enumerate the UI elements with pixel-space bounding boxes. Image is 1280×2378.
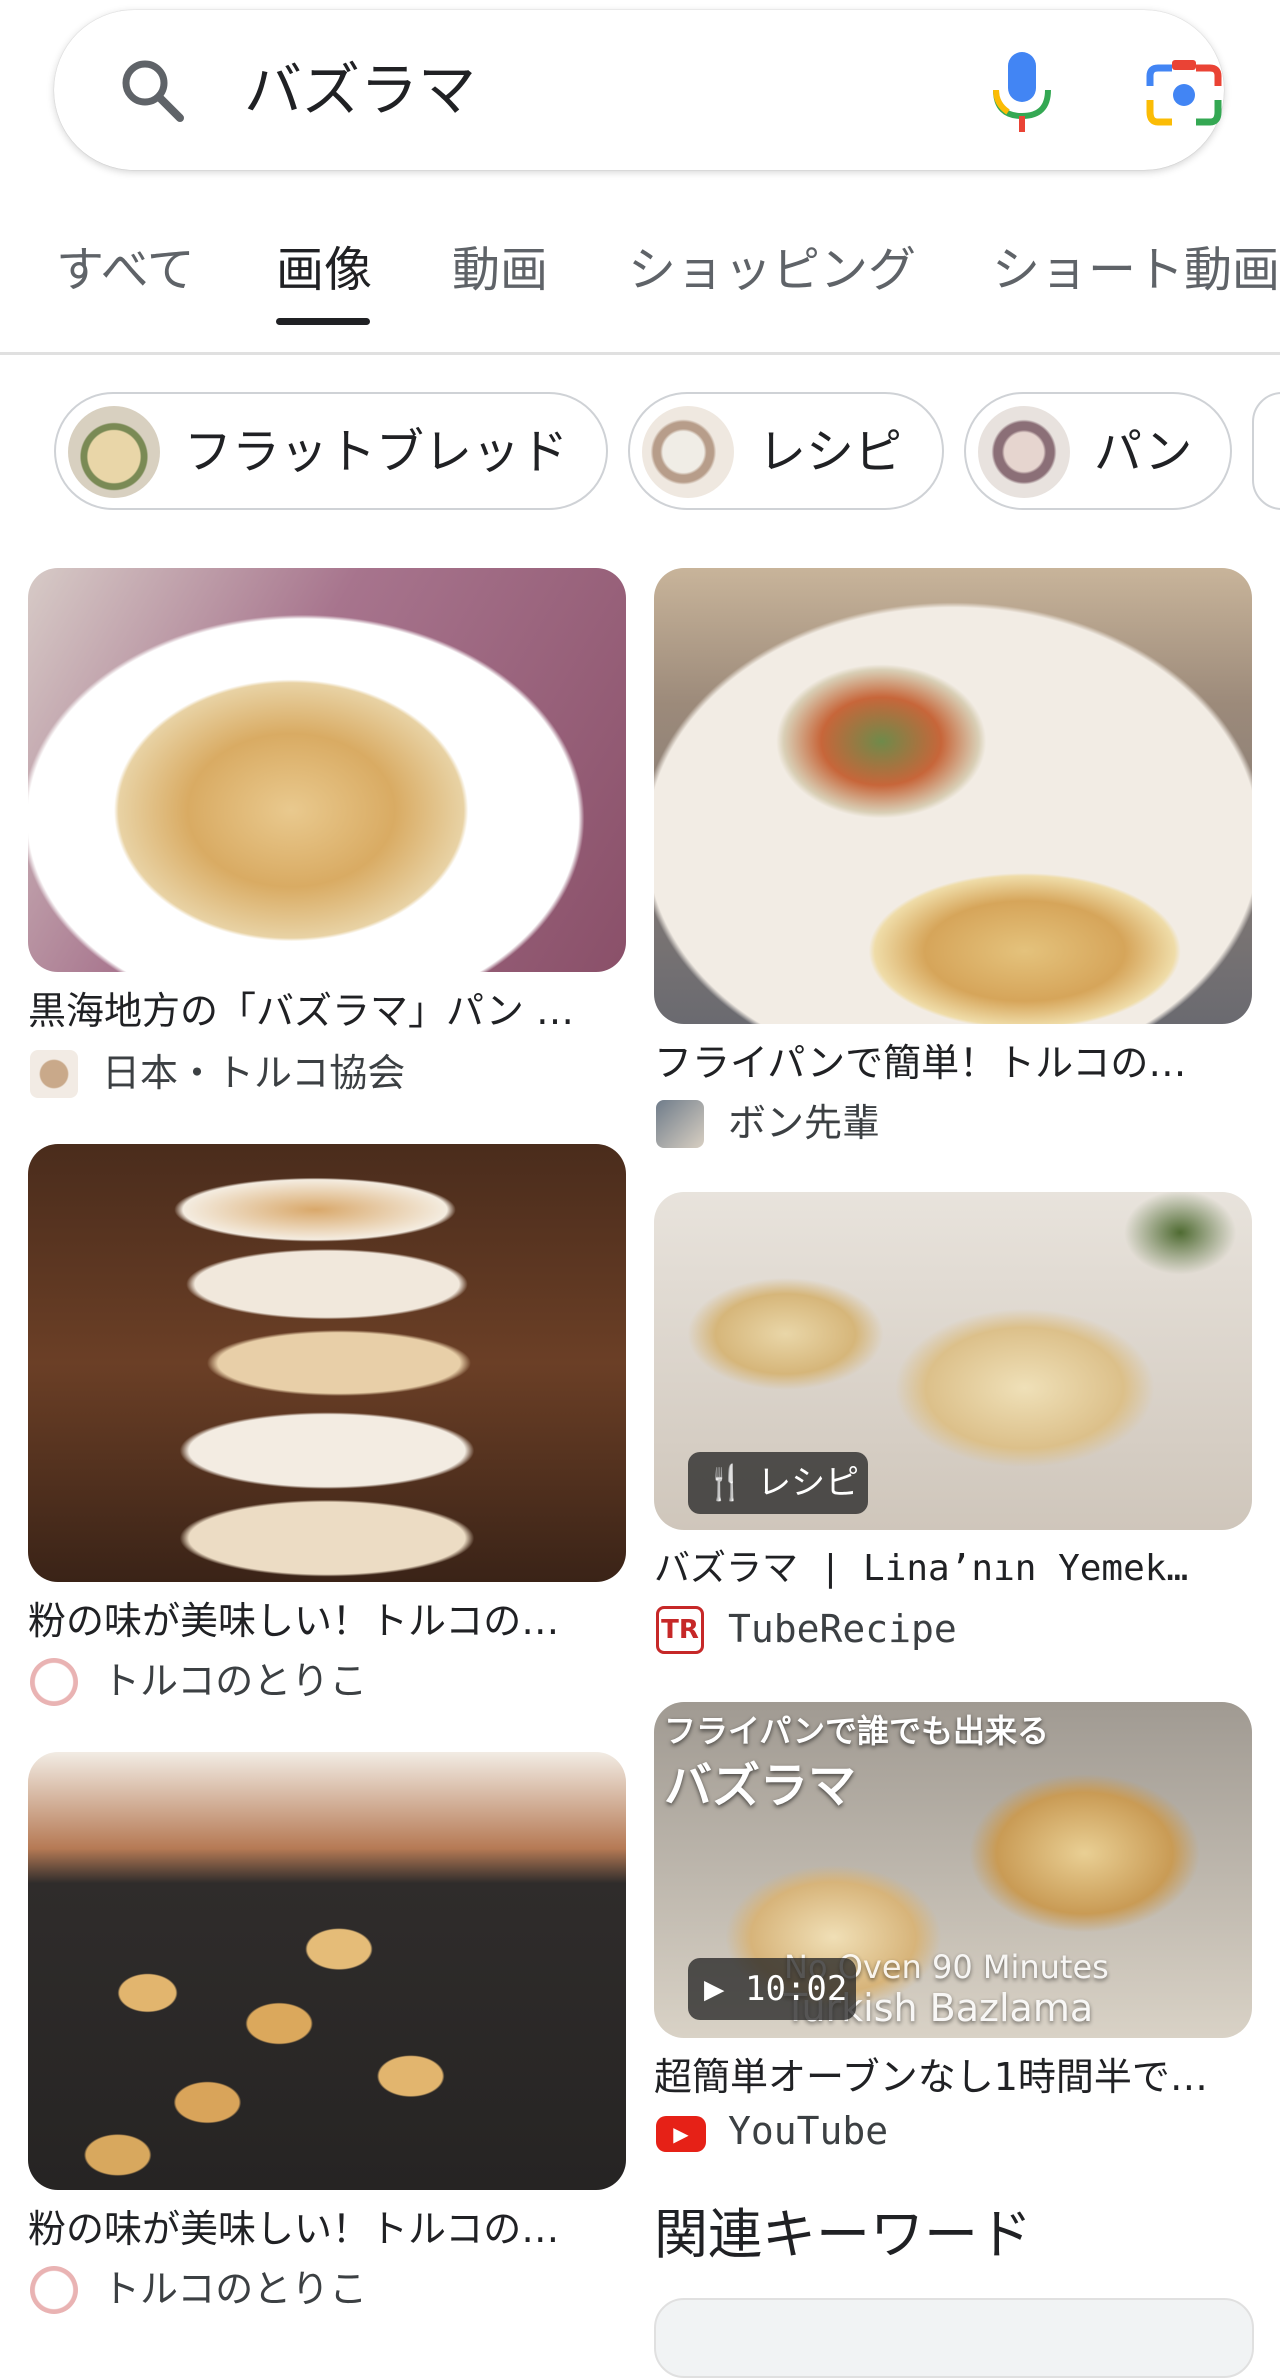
tabs-divider xyxy=(0,352,1280,355)
chip-label: パン xyxy=(1094,424,1193,480)
result-image[interactable] xyxy=(654,568,1252,1024)
result-source: YouTube xyxy=(728,2109,889,2153)
search-input[interactable]: バズラマ xyxy=(244,46,476,134)
site-favicon xyxy=(30,2266,78,2314)
tab-all[interactable]: すべて xyxy=(56,240,195,300)
result-source: トルコのとりこ xyxy=(102,1659,368,1703)
active-tab-indicator xyxy=(276,318,370,325)
lens-camera-icon[interactable] xyxy=(1144,56,1224,130)
chip-bread[interactable]: パン xyxy=(964,392,1232,510)
related-keywords-heading: 関連キーワード xyxy=(654,2203,1032,2266)
tuberecipe-logo: TR xyxy=(656,1606,704,1654)
result-title[interactable]: 超簡単オーブンなし1時間半で… xyxy=(654,2052,1252,2102)
chip-thumbnail xyxy=(978,406,1070,498)
youtube-logo: ▶ xyxy=(656,2116,706,2152)
result-title[interactable]: バズラマ | Lina’nın Yemek… xyxy=(654,1544,1252,1594)
recipe-badge: 🍴 レシピ xyxy=(688,1452,868,1514)
tab-short-videos[interactable]: ショート動画 xyxy=(992,240,1280,300)
search-tabs: すべて 画像 動画 ショッピング ショート動画 xyxy=(0,228,1280,354)
site-favicon xyxy=(30,1050,78,1098)
fork-knife-icon: 🍴 xyxy=(704,1463,747,1503)
search-bar[interactable]: バズラマ xyxy=(54,10,1224,170)
result-title[interactable]: 黒海地方の「バズラマ」パン … xyxy=(28,986,626,1036)
result-source: TubeRecipe xyxy=(728,1607,957,1651)
mic-icon[interactable] xyxy=(984,50,1060,136)
result-title[interactable]: 粉の味が美味しい！トルコの… xyxy=(28,2204,626,2254)
tab-shopping[interactable]: ショッピング xyxy=(628,240,916,300)
result-title[interactable]: 粉の味が美味しい！トルコの… xyxy=(28,1596,626,1646)
result-image[interactable] xyxy=(28,1144,626,1582)
result-image[interactable] xyxy=(28,568,626,972)
result-image[interactable]: 🍴 レシピ xyxy=(654,1192,1252,1530)
thumbnail-title: バズラマ xyxy=(664,1758,857,1814)
chip-thumbnail xyxy=(642,406,734,498)
play-icon: ▶ xyxy=(704,1969,725,2009)
video-duration-badge: ▶ 10:02 xyxy=(688,1958,856,2020)
result-image[interactable] xyxy=(28,1752,626,2190)
result-title[interactable]: フライパンで簡単！トルコの… xyxy=(654,1038,1252,1088)
chip-recipe[interactable]: レシピ xyxy=(628,392,944,510)
duration-label: 10:02 xyxy=(744,1969,848,2009)
result-source: トルコのとりこ xyxy=(102,2267,368,2311)
chip-label: レシピ xyxy=(758,424,903,480)
site-favicon xyxy=(656,1100,704,1148)
related-keyword-card[interactable] xyxy=(654,2298,1254,2378)
chip-flatbread[interactable]: フラットブレッド xyxy=(54,392,608,510)
search-icon[interactable] xyxy=(118,56,188,126)
tab-videos[interactable]: 動画 xyxy=(452,240,548,300)
chip-thumbnail xyxy=(68,406,160,498)
tab-images[interactable]: 画像 xyxy=(276,240,372,300)
result-source: 日本・トルコ協会 xyxy=(102,1051,406,1095)
chip-more[interactable] xyxy=(1252,392,1280,510)
chip-label: フラットブレッド xyxy=(184,424,569,480)
result-source: ボン先輩 xyxy=(728,1101,881,1145)
result-video-thumbnail[interactable]: フライパンで誰でも出来る バズラマ No Oven 90 Minutes Tur… xyxy=(654,1702,1252,2038)
site-favicon xyxy=(30,1658,78,1706)
badge-label: レシピ xyxy=(757,1463,860,1503)
